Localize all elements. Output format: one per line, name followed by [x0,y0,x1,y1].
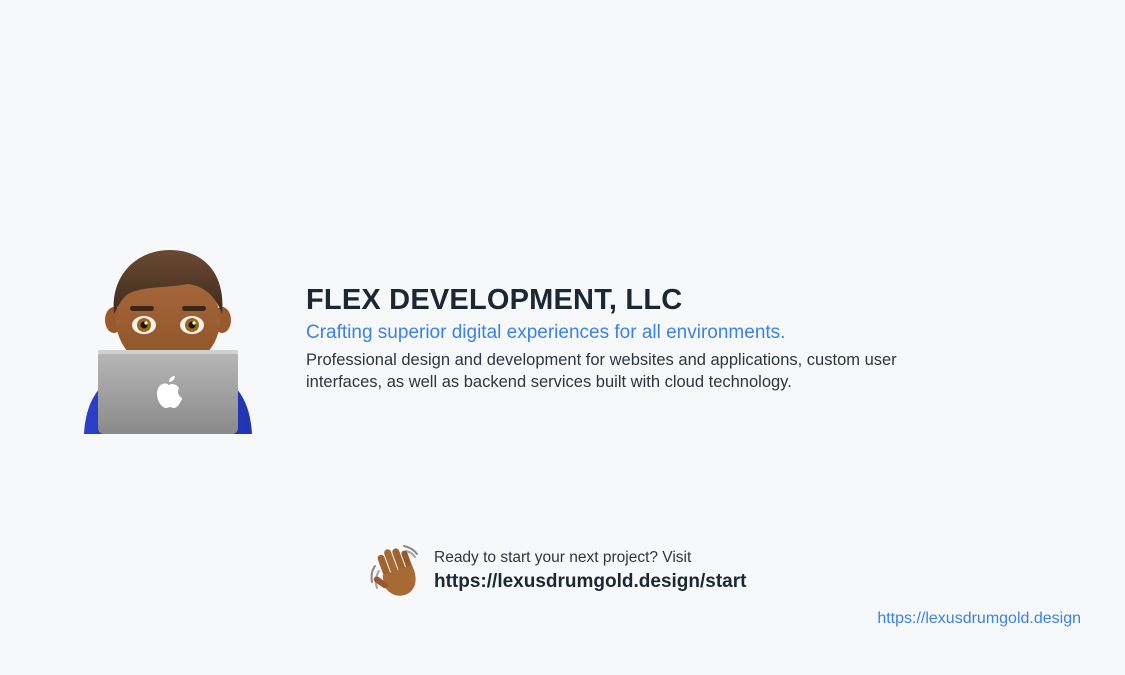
hero-section: FLEX DEVELOPMENT, LLC Crafting superior … [306,283,966,393]
company-title: FLEX DEVELOPMENT, LLC [306,284,683,316]
waving-hand-icon [370,545,418,596]
company-description: Professional design and development for … [306,351,897,391]
landing-page: FLEX DEVELOPMENT, LLC Crafting superior … [0,0,1125,675]
technologist-with-laptop-icon [84,250,252,434]
tagline: Crafting superior digital experiences fo… [306,322,786,343]
call-to-action: Ready to start your next project? Visit … [368,542,788,602]
cta-prompt-text: Ready to start your next project? Visit [434,549,692,566]
website-link[interactable]: https://lexusdrumgold.design [877,609,1081,629]
start-project-link[interactable]: https://lexusdrumgold.design/start [434,570,746,594]
